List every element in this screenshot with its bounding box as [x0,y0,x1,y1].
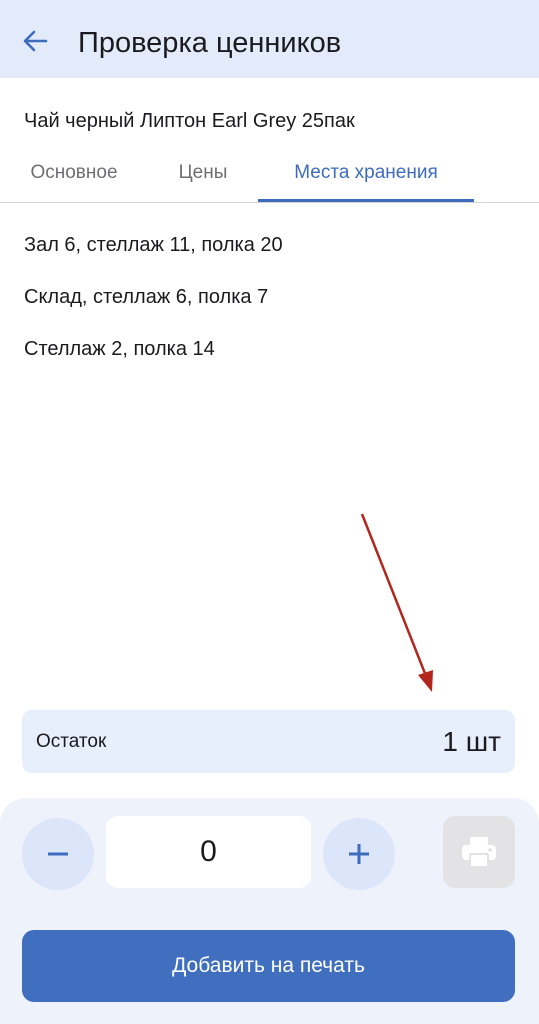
tab-prices[interactable]: Цены [168,150,238,200]
list-item: Зал 6, стеллаж 11, полка 20 [24,234,283,256]
arrow-left-icon [23,30,48,52]
product-name: Чай черный Липтон Earl Grey 25пак [24,110,355,132]
tab-bar: Основное Цены Места хранения [0,150,539,203]
active-tab-indicator [258,199,474,202]
add-to-print-button[interactable]: Добавить на печать [22,930,515,1002]
stock-card: Остаток 1 шт [22,710,515,773]
stock-value: 1 шт [442,726,501,757]
quantity-field[interactable]: 0 [106,816,311,888]
list-item: Стеллаж 2, полка 14 [24,338,215,360]
print-button[interactable] [443,816,515,888]
tab-storage-locations[interactable]: Места хранения [258,150,474,200]
tab-main[interactable]: Основное [22,150,126,200]
decrement-button[interactable] [22,818,94,890]
stock-label: Остаток [36,731,107,752]
page-title: Проверка ценников [78,27,342,59]
increment-button[interactable] [323,818,395,890]
list-item: Склад, стеллаж 6, полка 7 [24,286,269,308]
bottom-panel: 0 Добавить на печать [0,798,539,1024]
printer-icon [462,837,496,868]
back-button[interactable] [20,26,50,56]
plus-icon [349,844,369,864]
minus-icon [48,852,68,856]
storage-locations-list: Зал 6, стеллаж 11, полка 20 Склад, стелл… [24,232,283,388]
app-bar: Проверка ценников [0,0,539,78]
